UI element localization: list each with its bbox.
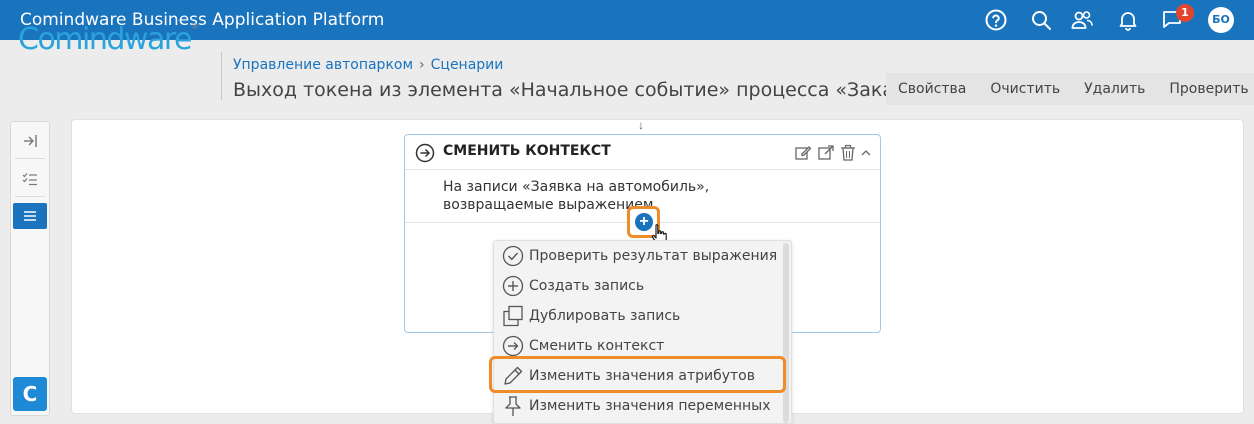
- pencil-icon: [504, 366, 523, 385]
- menu-item-duplicate-record[interactable]: Дублировать запись: [494, 301, 784, 331]
- breadcrumb-item[interactable]: Сценарии: [431, 57, 504, 73]
- clear-button[interactable]: Очистить: [978, 73, 1072, 105]
- toolbar-divider: [15, 158, 45, 159]
- bell-icon[interactable]: [1116, 8, 1140, 32]
- delete-button[interactable]: Удалить: [1072, 73, 1157, 105]
- menu-item-label: Сменить контекст: [529, 338, 665, 354]
- menu-item-change-variables[interactable]: Изменить значения переменных: [494, 391, 784, 421]
- collapse-icon[interactable]: [13, 128, 47, 154]
- logo: Comindware®: [18, 22, 199, 57]
- menu-item-label: Создать запись: [529, 278, 645, 294]
- trash-icon[interactable]: [839, 144, 857, 162]
- menu-item-label: Изменить значения переменных: [529, 398, 771, 414]
- menu-item-change-context[interactable]: Сменить контекст: [494, 331, 784, 361]
- edit-icon[interactable]: [794, 144, 812, 162]
- menu-item-change-attributes[interactable]: Изменить значения атрибутов: [494, 361, 784, 391]
- avatar[interactable]: БО: [1208, 7, 1234, 33]
- add-action-menu: Проверить результат выражения Создать за…: [493, 240, 792, 424]
- pin-icon: [505, 396, 521, 416]
- arrow-circle-icon: [502, 335, 524, 357]
- search-icon[interactable]: [1029, 8, 1053, 32]
- open-external-icon[interactable]: [817, 144, 835, 162]
- properties-button[interactable]: Свойства: [886, 73, 978, 105]
- check-circle-icon: [502, 245, 524, 267]
- menu-item-create-record[interactable]: Создать запись: [494, 271, 784, 301]
- checklist-icon[interactable]: [13, 166, 47, 192]
- validate-button[interactable]: Проверить: [1157, 73, 1254, 105]
- platform-button[interactable]: C: [13, 377, 47, 411]
- chevron-up-icon[interactable]: [859, 144, 873, 162]
- header-divider: [221, 52, 222, 100]
- page-title: Выход токена из элемента «Начальное собы…: [233, 79, 940, 101]
- arrow-circle-icon: [415, 143, 435, 163]
- card-header: СМЕНИТЬ КОНТЕКСТ: [405, 135, 880, 170]
- list-icon[interactable]: [13, 203, 47, 229]
- card-description: На записи «Заявка на автомобиль», возвра…: [443, 179, 710, 213]
- plus-circle-icon: [502, 275, 524, 297]
- breadcrumb-item[interactable]: Управление автопарком: [233, 57, 413, 73]
- card-title: СМЕНИТЬ КОНТЕКСТ: [443, 143, 611, 159]
- menu-item-label: Изменить значения атрибутов: [529, 368, 755, 384]
- toolbar-divider: [15, 196, 45, 197]
- users-icon[interactable]: [1070, 8, 1094, 32]
- menu-scrollbar[interactable]: [783, 243, 789, 423]
- copy-icon: [503, 305, 523, 327]
- chevron-right-icon: ›: [419, 57, 425, 73]
- incoming-arrow-icon: ↓: [638, 118, 644, 132]
- help-icon[interactable]: [984, 8, 1008, 32]
- left-toolbar: [10, 121, 50, 416]
- menu-item-label: Проверить результат выражения: [529, 248, 778, 264]
- header-actions: Свойства Очистить Удалить Проверить: [886, 73, 1254, 105]
- breadcrumb: Управление автопарком › Сценарии: [233, 57, 503, 73]
- menu-item-label: Дублировать запись: [529, 308, 681, 324]
- notification-badge: 1: [1176, 4, 1194, 22]
- logo-text: Comindware: [18, 22, 192, 57]
- menu-item-check-expression[interactable]: Проверить результат выражения: [494, 241, 784, 271]
- registered-mark: ®: [190, 22, 199, 31]
